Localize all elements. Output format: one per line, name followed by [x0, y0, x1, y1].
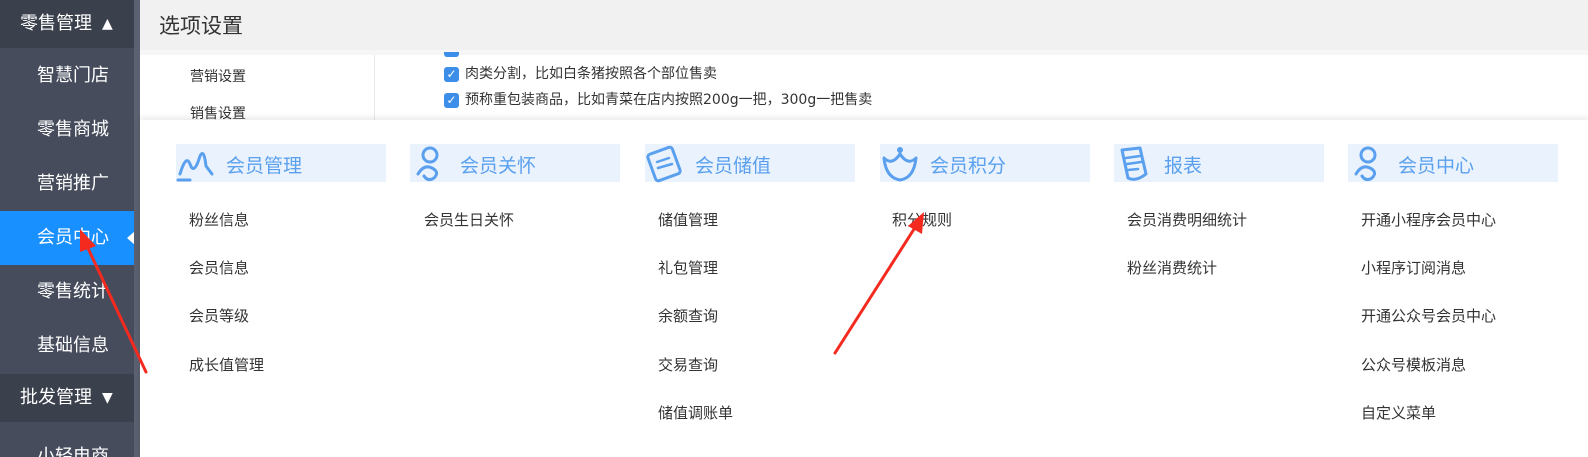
menu-header-member-center: 会员中心 — [1348, 144, 1558, 182]
settings-nav-marketing[interactable]: 营销设置 — [190, 66, 246, 86]
menu-header-member-care: 会员关怀 — [410, 144, 620, 182]
chevron-down-icon: ▼ — [102, 390, 113, 406]
checkbox[interactable] — [444, 52, 459, 57]
menu-link[interactable]: 会员信息 — [189, 257, 249, 278]
sidebar-group-label: 批发管理 — [20, 387, 92, 408]
report-icon — [1120, 146, 1148, 181]
sidebar-item-label: 智慧门店 — [37, 65, 109, 86]
menu-header-label: 报表 — [1164, 155, 1203, 177]
menu-header-member-points: 会员积分 — [880, 144, 1090, 182]
settings-panel: 营销设置 销售设置 ✓ 肉类分割，比如白条猪按照各个部位售卖 ✓ 预称重包装商品，比… — [140, 52, 1588, 122]
menu-link[interactable]: 会员生日关怀 — [424, 209, 514, 230]
menu-header-label: 会员储值 — [695, 155, 772, 177]
sidebar-item-label: 零售统计 — [37, 281, 109, 302]
page-header: 选项设置 — [140, 0, 1588, 50]
menu-link[interactable]: 礼包管理 — [658, 257, 718, 278]
menu-header-member-stored-value: 会员储值 — [645, 144, 855, 183]
menu-header-label: 会员管理 — [226, 155, 303, 177]
member-stored-value-icon — [646, 145, 682, 183]
menu-header-label: 会员关怀 — [460, 155, 537, 177]
member-management-icon — [176, 152, 214, 182]
settings-nav: 营销设置 销售设置 — [154, 55, 375, 122]
sidebar-item-retail-mall[interactable]: 零售商城 — [0, 103, 134, 157]
sidebar-group-label: 零售管理 — [20, 13, 92, 34]
checkbox-checked-icon[interactable]: ✓ — [444, 66, 459, 82]
sidebar-item-label: 会员中心 — [37, 227, 109, 248]
menu-link[interactable]: 公众号模板消息 — [1361, 354, 1466, 375]
sidebar-item-smart-store[interactable]: 智慧门店 — [0, 49, 134, 103]
menu-header-report: 报表 — [1114, 144, 1324, 182]
option-meat-split[interactable]: ✓ 肉类分割，比如白条猪按照各个部位售卖 — [444, 66, 717, 83]
sidebar-group-retail[interactable]: 零售管理 ▲ — [0, 0, 134, 48]
sidebar-item-marketing[interactable]: 营销推广 — [0, 157, 134, 211]
page-title: 选项设置 — [159, 14, 243, 38]
option-preweighed[interactable]: ✓ 预称重包装商品，比如青菜在店内按照200g一把，300g一把售卖 — [444, 92, 872, 109]
sidebar-item-label: 小轻电商 — [37, 446, 109, 457]
menu-header-label: 会员积分 — [930, 155, 1007, 177]
member-center-menu: 会员管理 粉丝信息 会员信息 会员等级 成长值管理 会员关怀 会员生日关怀 会员… — [140, 120, 1588, 457]
member-care-icon — [416, 146, 439, 182]
menu-link[interactable]: 小程序订阅消息 — [1361, 257, 1466, 278]
member-center-icon — [1354, 146, 1377, 182]
menu-link[interactable]: 开通公众号会员中心 — [1361, 305, 1496, 326]
sidebar-item-label: 基础信息 — [37, 335, 109, 356]
option-label: 肉类分割，比如白条猪按照各个部位售卖 — [465, 66, 717, 82]
sidebar-group-wholesale[interactable]: 批发管理 ▼ — [0, 374, 134, 422]
menu-link[interactable]: 会员消费明细统计 — [1127, 209, 1247, 230]
menu-link[interactable]: 储值调账单 — [658, 402, 733, 423]
sidebar-item-member-center[interactable]: 会员中心 — [0, 211, 135, 265]
menu-link[interactable]: 粉丝消费统计 — [1127, 257, 1217, 278]
menu-link[interactable]: 余额查询 — [658, 305, 718, 326]
checkbox-checked-icon[interactable]: ✓ — [444, 92, 459, 108]
sidebar-item-label: 营销推广 — [37, 173, 109, 194]
menu-link[interactable]: 交易查询 — [658, 354, 718, 375]
sidebar-item-retail-stats[interactable]: 零售统计 — [0, 265, 134, 319]
menu-link[interactable]: 储值管理 — [658, 209, 718, 230]
menu-link[interactable]: 自定义菜单 — [1361, 402, 1436, 423]
sidebar-item-ecommerce[interactable]: 小轻电商 — [0, 437, 134, 457]
chevron-up-icon: ▲ — [102, 16, 113, 32]
menu-link[interactable]: 开通小程序会员中心 — [1361, 209, 1496, 230]
menu-header-label: 会员中心 — [1398, 155, 1475, 177]
sidebar: 零售管理 ▲ 智慧门店 零售商城 营销推广 会员中心 零售统计 基础信息 批发管… — [0, 0, 140, 457]
menu-link[interactable]: 成长值管理 — [189, 354, 264, 375]
menu-header-member-management: 会员管理 — [176, 144, 386, 182]
menu-link[interactable]: 会员等级 — [189, 305, 249, 326]
member-points-icon — [882, 147, 918, 182]
menu-link[interactable]: 粉丝信息 — [189, 209, 249, 230]
sidebar-item-basic-info[interactable]: 基础信息 — [0, 319, 134, 373]
option-label: 预称重包装商品，比如青菜在店内按照200g一把，300g一把售卖 — [465, 92, 873, 108]
sidebar-item-label: 零售商城 — [37, 119, 109, 140]
menu-link[interactable]: 积分规则 — [892, 209, 952, 230]
